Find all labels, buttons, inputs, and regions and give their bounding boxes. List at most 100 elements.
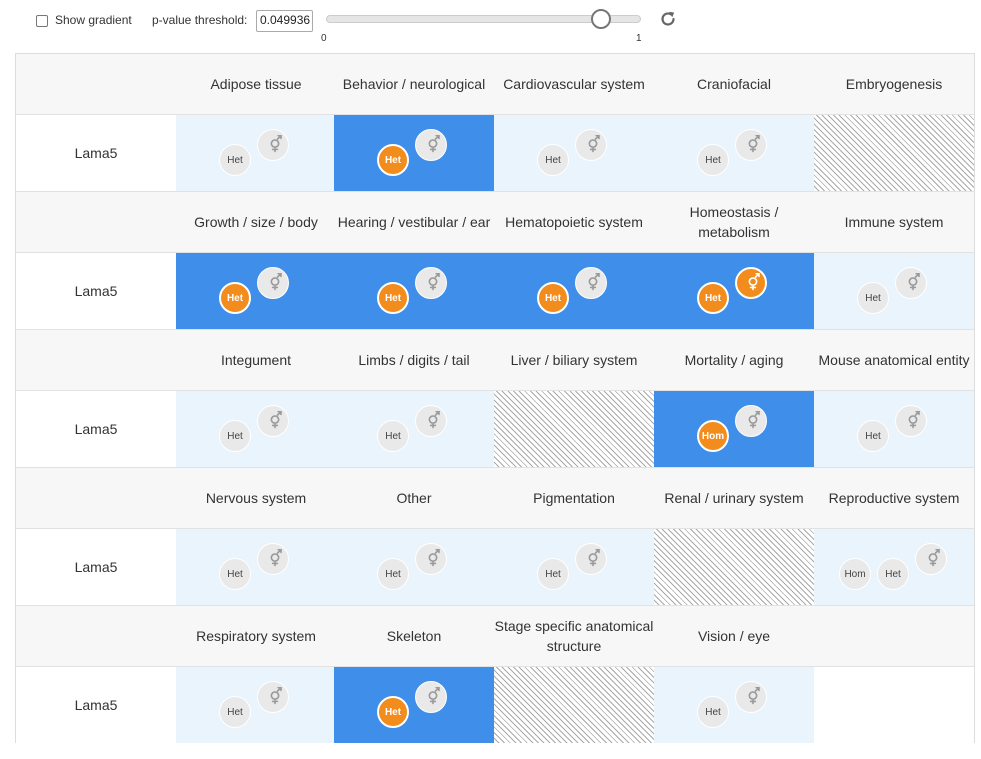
phenotype-cell[interactable]: Hom bbox=[654, 391, 814, 467]
slider-max-label: 1 bbox=[636, 33, 642, 44]
system-header: Craniofacial bbox=[697, 76, 771, 92]
header-row: Nervous system Other Pigmentation Renal / u… bbox=[16, 468, 974, 529]
system-header: Reproductive system bbox=[828, 490, 960, 506]
zygosity-badge: Het bbox=[857, 282, 889, 314]
zygosity-badge: Het bbox=[219, 282, 251, 314]
zygosity-badge: Het bbox=[537, 144, 569, 176]
gene-label: Lama5 bbox=[74, 145, 118, 161]
header-row: Growth / size / body Hearing / vestibular… bbox=[16, 192, 974, 253]
phenotype-cell[interactable]: Het bbox=[814, 253, 974, 329]
sex-symbol-icon bbox=[895, 267, 927, 299]
phenotype-cell[interactable]: Het bbox=[334, 667, 494, 743]
refresh-icon[interactable] bbox=[658, 9, 678, 29]
system-header: Stage specific anatomical structure bbox=[494, 618, 654, 654]
zygosity-badge: Het bbox=[377, 420, 409, 452]
sex-symbol-icon bbox=[735, 681, 767, 713]
sex-symbol-icon bbox=[575, 267, 607, 299]
system-header: Other bbox=[396, 490, 432, 506]
gene-label: Lama5 bbox=[74, 559, 118, 575]
zygosity-badge: Het bbox=[377, 558, 409, 590]
phenotype-cell[interactable]: Het bbox=[176, 115, 336, 191]
phenotype-cell[interactable]: Het bbox=[814, 391, 974, 467]
system-header: Liver / biliary system bbox=[510, 352, 638, 368]
gene-row: Lama5 Het Het Het Het bbox=[16, 115, 974, 192]
sex-symbol-icon bbox=[415, 129, 447, 161]
zygosity-badge: Het bbox=[377, 696, 409, 728]
phenotype-cell[interactable]: Het bbox=[334, 391, 494, 467]
system-header: Hearing / vestibular / ear bbox=[337, 214, 491, 230]
zygosity-badge: Het bbox=[537, 282, 569, 314]
phenotype-cell[interactable]: Het bbox=[334, 253, 494, 329]
header-row: Integument Limbs / digits / tail Liver / b… bbox=[16, 330, 974, 391]
show-gradient-checkbox[interactable] bbox=[36, 15, 48, 27]
sex-symbol-icon bbox=[735, 405, 767, 437]
zygosity-badge: Het bbox=[877, 558, 909, 590]
phenotype-cell bbox=[494, 391, 654, 467]
zygosity-badge: Het bbox=[219, 420, 251, 452]
phenotype-cell[interactable]: Het bbox=[334, 529, 494, 605]
sex-symbol-icon bbox=[257, 405, 289, 437]
zygosity-badge: Het bbox=[697, 144, 729, 176]
gene-row: Lama5 Het Het Hom Het bbox=[16, 391, 974, 468]
system-header: Immune system bbox=[844, 214, 944, 230]
zygosity-badge: Het bbox=[697, 282, 729, 314]
phenotype-cell[interactable]: Het bbox=[176, 529, 336, 605]
phenotype-cell bbox=[494, 667, 654, 743]
gene-label: Lama5 bbox=[74, 283, 118, 299]
sex-symbol-icon bbox=[575, 543, 607, 575]
zygosity-badge: Het bbox=[219, 144, 251, 176]
header-row: Respiratory system Skeleton Stage specific… bbox=[16, 606, 974, 667]
sex-symbol-icon bbox=[735, 129, 767, 161]
system-header: Mortality / aging bbox=[684, 352, 784, 368]
phenotype-cell[interactable]: Het bbox=[176, 391, 336, 467]
phenotype-cell bbox=[814, 667, 974, 743]
zygosity-badge: Het bbox=[537, 558, 569, 590]
gene-label: Lama5 bbox=[74, 697, 118, 713]
system-header: Renal / urinary system bbox=[664, 490, 804, 506]
phenotype-cell[interactable]: Het bbox=[176, 253, 336, 329]
system-header: Cardiovascular system bbox=[503, 76, 645, 92]
system-header: Vision / eye bbox=[697, 628, 771, 644]
sex-symbol-icon bbox=[415, 405, 447, 437]
zygosity-badge: Het bbox=[857, 420, 889, 452]
sex-symbol-icon bbox=[915, 543, 947, 575]
phenotype-cell bbox=[654, 529, 814, 605]
system-header: Integument bbox=[220, 352, 292, 368]
zygosity-badge: Het bbox=[697, 696, 729, 728]
phenotype-cell[interactable]: Het bbox=[654, 667, 814, 743]
sex-symbol-icon bbox=[415, 543, 447, 575]
phenotype-cell[interactable]: Het bbox=[494, 115, 654, 191]
sex-symbol-icon bbox=[257, 129, 289, 161]
phenotype-cell[interactable]: Het bbox=[494, 529, 654, 605]
zygosity-badge: Het bbox=[219, 558, 251, 590]
system-header: Behavior / neurological bbox=[342, 76, 486, 92]
gene-label: Lama5 bbox=[74, 421, 118, 437]
pvalue-input[interactable]: 0.049936 bbox=[256, 10, 313, 32]
phenotype-cell[interactable]: Het bbox=[654, 115, 814, 191]
phenotype-cell[interactable]: Hom Het bbox=[814, 529, 974, 605]
system-header: Hematopoietic system bbox=[505, 214, 643, 230]
sex-symbol-icon bbox=[415, 681, 447, 713]
system-header: Skeleton bbox=[386, 628, 442, 644]
system-header: Adipose tissue bbox=[210, 76, 302, 92]
zygosity-badge: Hom bbox=[697, 420, 729, 452]
sex-symbol-icon bbox=[895, 405, 927, 437]
gene-row: Lama5 Het Het Het bbox=[16, 667, 974, 744]
system-header: Nervous system bbox=[205, 490, 307, 506]
zygosity-badge: Hom bbox=[839, 558, 871, 590]
phenotype-cell[interactable]: Het bbox=[494, 253, 654, 329]
phenotype-cell[interactable]: Het bbox=[334, 115, 494, 191]
pvalue-slider-thumb[interactable] bbox=[591, 9, 611, 29]
system-header: Pigmentation bbox=[533, 490, 615, 506]
sex-symbol-icon bbox=[735, 267, 767, 299]
sex-symbol-icon bbox=[257, 543, 289, 575]
gene-row: Lama5 Het Het Het Hom Het bbox=[16, 529, 974, 606]
phenotype-cell[interactable]: Het bbox=[176, 667, 336, 743]
system-header: Embryogenesis bbox=[845, 76, 943, 92]
system-header: Respiratory system bbox=[196, 628, 316, 644]
sex-symbol-icon bbox=[257, 267, 289, 299]
system-header: Growth / size / body bbox=[194, 214, 318, 230]
pvalue-label: p-value threshold: bbox=[152, 13, 248, 27]
phenotype-cell[interactable]: Het bbox=[654, 253, 814, 329]
show-gradient-label: Show gradient bbox=[55, 13, 132, 27]
